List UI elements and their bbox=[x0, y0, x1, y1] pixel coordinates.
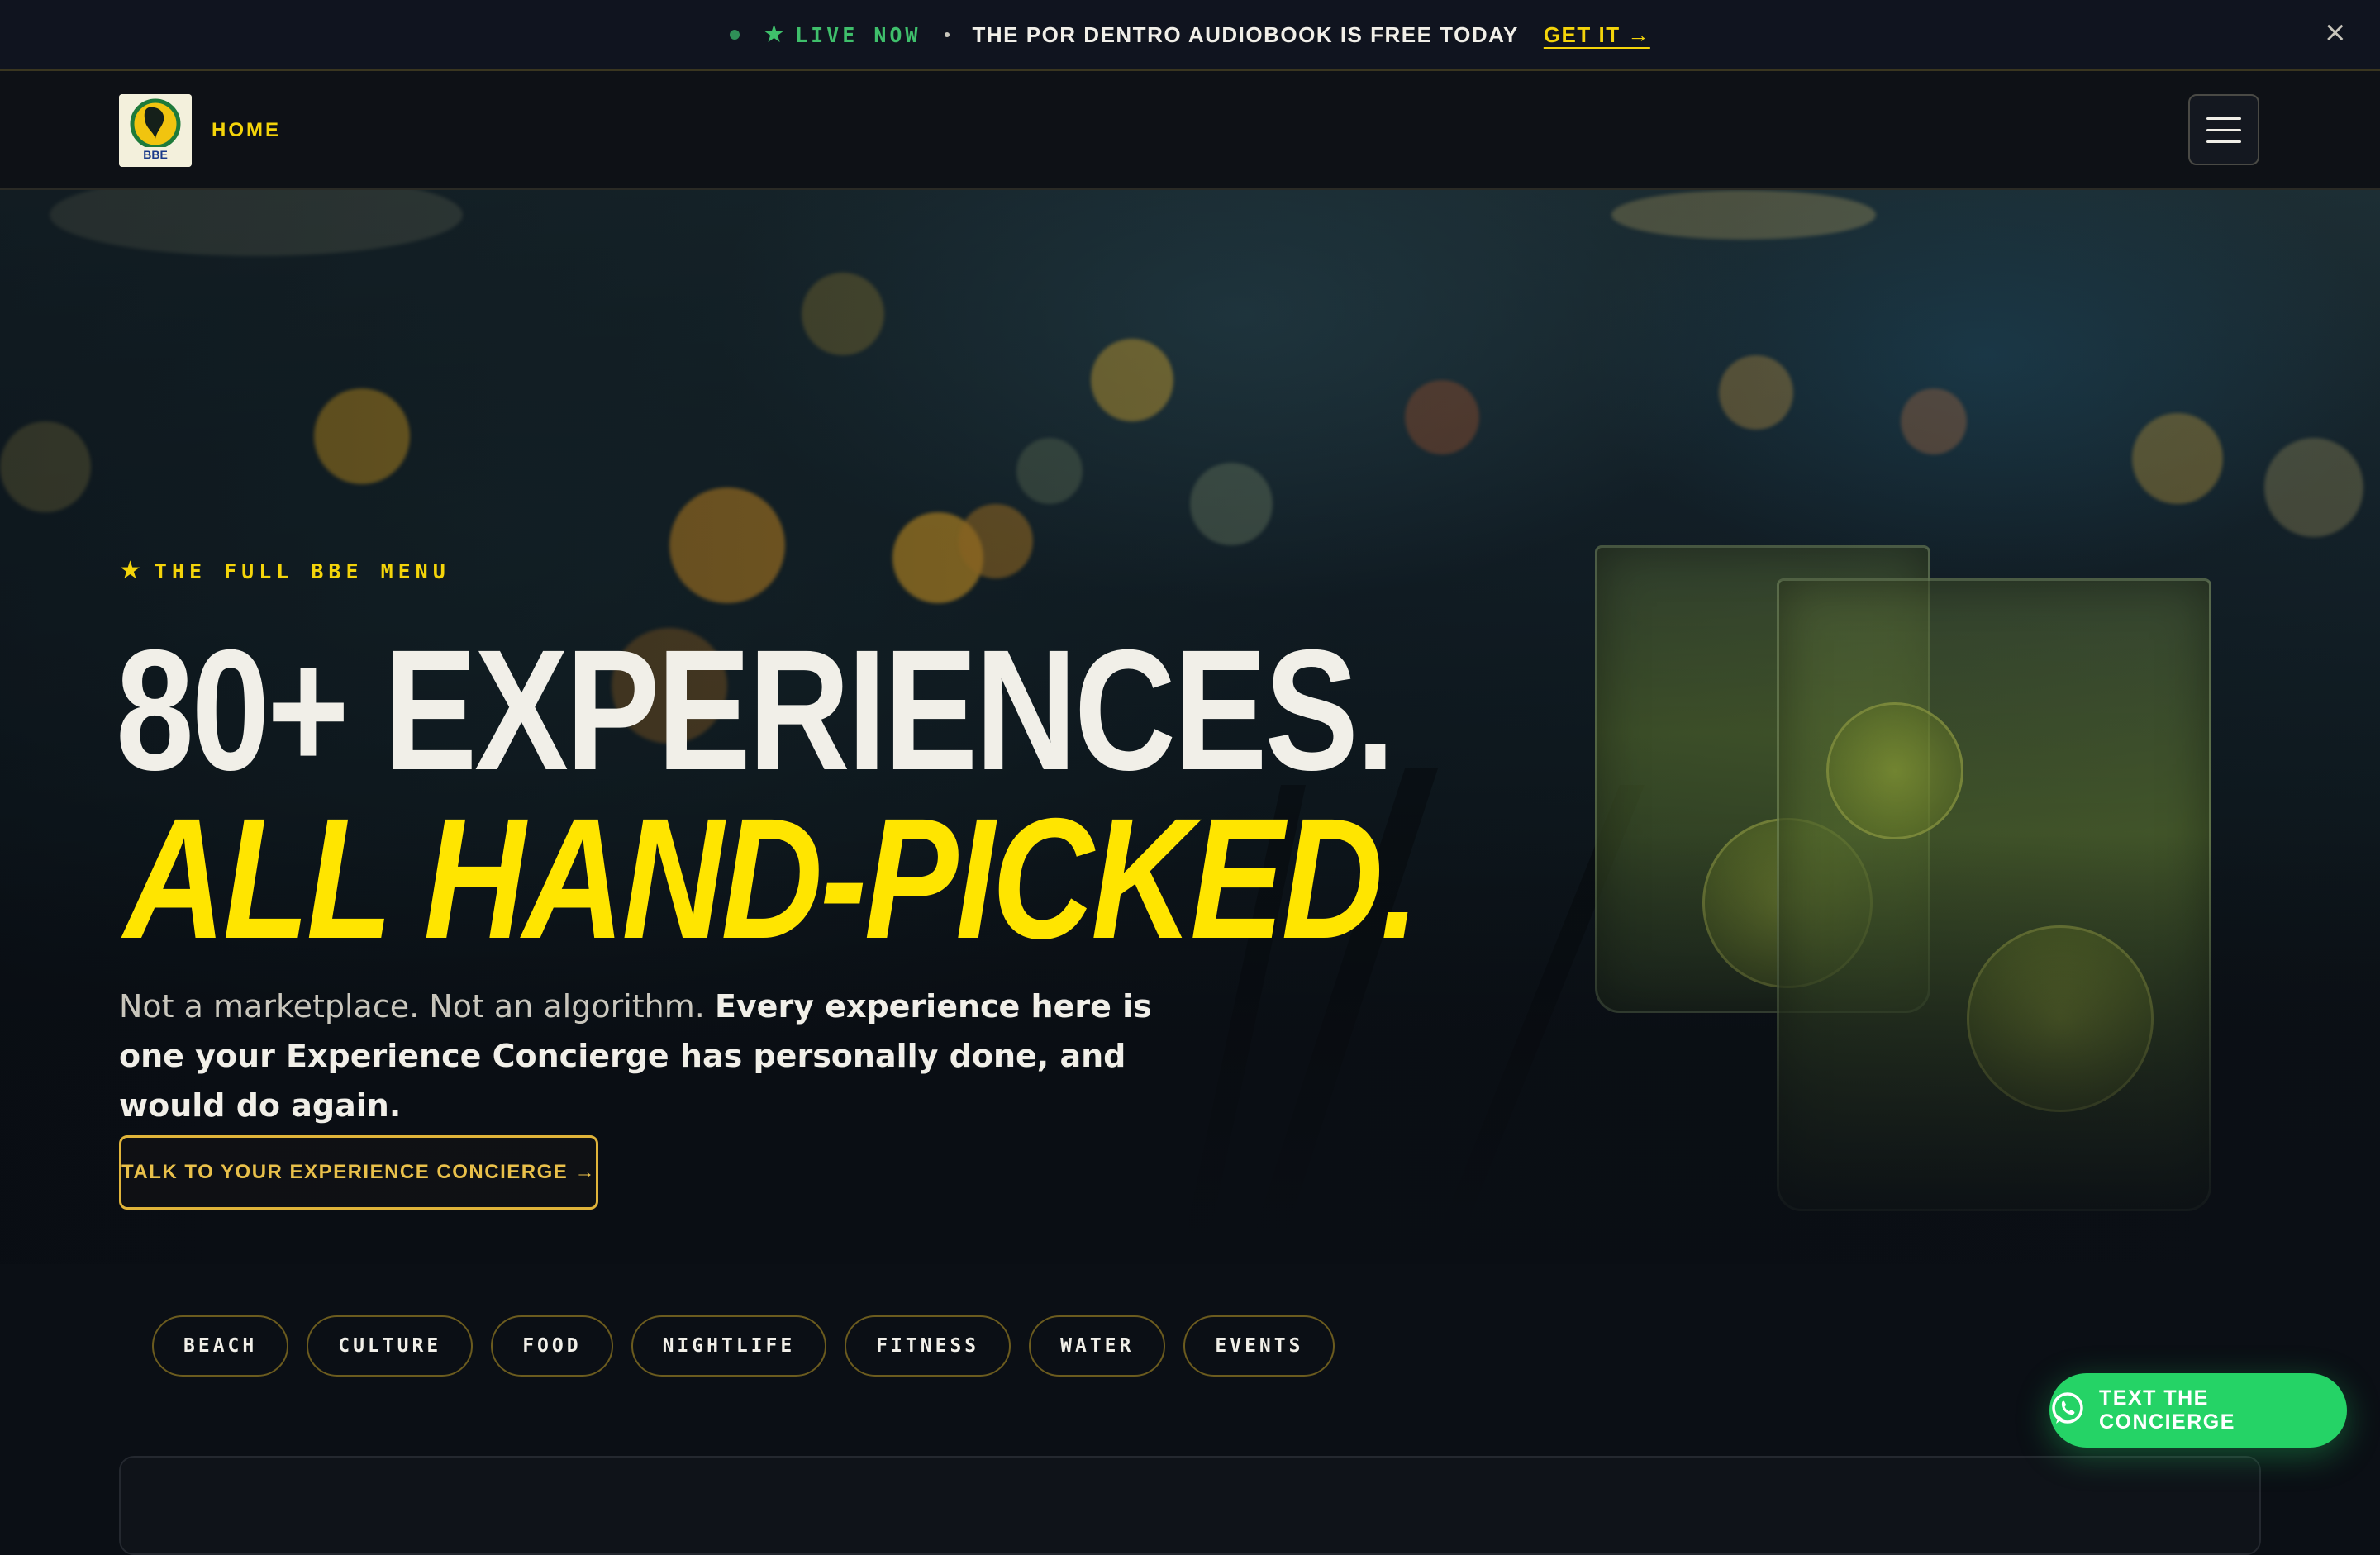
hamburger-icon bbox=[2206, 117, 2241, 120]
close-icon[interactable]: × bbox=[2324, 18, 2348, 46]
star-icon: ★ bbox=[763, 20, 786, 49]
nav-home-link[interactable]: HOME bbox=[212, 119, 281, 142]
separator-dot bbox=[944, 32, 950, 37]
text-the-concierge-button[interactable]: TEXT THE CONCIERGE bbox=[2049, 1373, 2347, 1448]
experience-list-panel bbox=[119, 1456, 2261, 1555]
star-icon: ★ bbox=[119, 556, 141, 585]
hamburger-menu-button[interactable] bbox=[2188, 94, 2259, 165]
category-pill-nightlife[interactable]: NIGHTLIFE bbox=[631, 1315, 827, 1377]
whatsapp-icon bbox=[2049, 1391, 2086, 1430]
hero-subcopy: Not a marketplace. Not an algorithm. Eve… bbox=[119, 982, 1210, 1130]
live-dot-icon bbox=[730, 30, 740, 40]
category-pill-food[interactable]: FOOD bbox=[491, 1315, 613, 1377]
hamburger-icon-line bbox=[2206, 128, 2241, 131]
category-filter-bar: BEACH CULTURE FOOD NIGHTLIFE FITNESS WAT… bbox=[152, 1315, 1335, 1377]
site-header: BBE HOME bbox=[0, 71, 2380, 190]
eyebrow-label: THE FULL BBE MENU bbox=[154, 559, 450, 583]
logo-text: BBE bbox=[143, 148, 168, 161]
announcement-bar: ★ LIVE NOW THE POR DENTRO AUDIOBOOK IS F… bbox=[0, 0, 2380, 71]
live-now-label: LIVE NOW bbox=[795, 22, 921, 47]
subcopy-plain: Not a marketplace. Not an algorithm. bbox=[119, 988, 715, 1025]
get-it-link[interactable]: GET IT → bbox=[1544, 22, 1650, 48]
talk-to-concierge-button[interactable]: TALK TO YOUR EXPERIENCE CONCIERGE → bbox=[119, 1135, 598, 1210]
text-the-concierge-label: TEXT THE CONCIERGE bbox=[2099, 1386, 2235, 1434]
category-pill-fitness[interactable]: FITNESS bbox=[845, 1315, 1011, 1377]
category-pill-beach[interactable]: BEACH bbox=[152, 1315, 289, 1377]
hero-headline-line2: ALL HAND-PICKED. bbox=[124, 783, 1420, 975]
hero-eyebrow: ★ THE FULL BBE MENU bbox=[119, 559, 450, 583]
category-pill-water[interactable]: WATER bbox=[1029, 1315, 1166, 1377]
hero-headline-line1: 80+ EXPERIENCES. bbox=[116, 615, 1395, 806]
hamburger-icon-line bbox=[2206, 140, 2241, 143]
category-pill-events[interactable]: EVENTS bbox=[1183, 1315, 1335, 1377]
category-pill-culture[interactable]: CULTURE bbox=[307, 1315, 474, 1377]
bbe-logo[interactable]: BBE bbox=[119, 94, 192, 167]
announcement-message: THE POR DENTRO AUDIOBOOK IS FREE TODAY bbox=[972, 21, 1519, 47]
